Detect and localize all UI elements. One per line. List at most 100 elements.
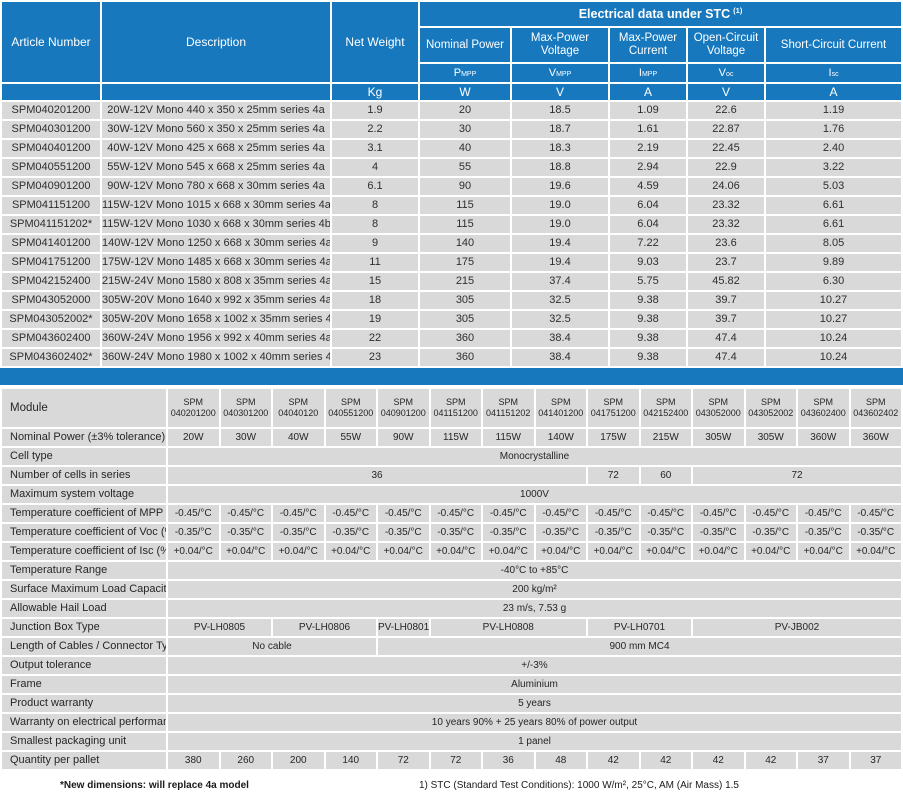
spec-row-label: Temperature coefficient of MPP (%) [2,505,166,522]
spec-value-cell: 20W [168,429,219,446]
article-number-cell: SPM043052000 [2,292,100,309]
units-row-empty-article [2,84,100,100]
stc-title: Electrical data under STC [579,8,730,22]
voc-cell: 24.06 [688,178,764,195]
spec-value-cell: 36 [168,467,586,484]
module-number: 040201200 [168,408,219,419]
separator-band [0,368,903,385]
spec-row-label: Output tolerance [2,657,166,674]
spec-value-cell: -0.35/°C [221,524,272,541]
article-number-cell: SPM040401200 [2,140,100,157]
isc-cell: 3.22 [766,159,901,176]
electrical-table-body: SPM04020120020W-12V Mono 440 x 350 x 25m… [2,102,901,366]
description-cell: 215W-24V Mono 1580 x 808 x 35mm series 4… [102,273,330,290]
impp-cell: 9.38 [610,292,686,309]
voc-cell: 45.82 [688,273,764,290]
spec-row: Cell typeMonocrystalline [2,448,901,465]
spec-value-cell: 36 [483,752,534,769]
spec-value-cell: 175W [588,429,639,446]
electrical-table-head: Article Number Description Net Weight El… [2,2,901,100]
footnote-new-dimensions: *New dimensions: will replace 4a model [60,780,249,791]
module-number: 043052000 [693,408,744,419]
module-header-cell: SPM040301200 [221,389,272,427]
voc-cell: 23.6 [688,235,764,252]
description-cell: 305W-20V Mono 1658 x 1002 x 35mm series … [102,311,330,328]
spec-value-cell: -0.45/°C [221,505,272,522]
impp-cell: 9.38 [610,330,686,347]
symbol-base: P [454,67,461,79]
vmpp-cell: 19.4 [512,254,608,271]
table-row: SPM042152400215W-24V Mono 1580 x 808 x 3… [2,273,901,290]
specifications-table: Module SPM040201200SPM040301200SPM040401… [0,387,903,771]
table-row: SPM041751200175W-12V Mono 1485 x 668 x 3… [2,254,901,271]
spec-value-cell: 380 [168,752,219,769]
isc-cell: 1.19 [766,102,901,119]
spec-value-cell: PV-LH0805 [168,619,271,636]
spec-value-cell: +0.04/°C [221,543,272,560]
module-prefix: SPM [483,397,534,408]
vmpp-cell: 19.0 [512,216,608,233]
spec-row-label: Temperature coefficient of Isc (%) [2,543,166,560]
module-header-cell: SPM043602400 [798,389,849,427]
spec-table-body: Nominal Power (±3% tolerance)20W30W40W55… [2,429,901,769]
vmpp-cell: 38.4 [512,349,608,366]
net-weight-cell: 23 [332,349,418,366]
spec-value-cell: +0.04/°C [431,543,482,560]
spec-value-cell: +0.04/°C [483,543,534,560]
spec-row-label: Cell type [2,448,166,465]
spec-row: Smallest packaging unit1 panel [2,733,901,750]
voc-cell: 39.7 [688,292,764,309]
spec-value-cell: +0.04/°C [798,543,849,560]
spec-value-cell: -0.45/°C [588,505,639,522]
spec-value-cell: +0.04/°C [693,543,744,560]
spec-value-cell: 23 m/s, 7.53 g [168,600,901,617]
article-number-cell: SPM041151200 [2,197,100,214]
spec-value-cell: 360W [851,429,902,446]
module-number: 040901200 [378,408,429,419]
spec-value-cell: -0.45/°C [798,505,849,522]
table-row: SPM041151202*115W-12V Mono 1030 x 668 x … [2,216,901,233]
spec-value-cell: +/-3% [168,657,901,674]
net-weight-cell: 1.9 [332,102,418,119]
module-prefix: SPM [641,397,692,408]
spec-row: Nominal Power (±3% tolerance)20W30W40W55… [2,429,901,446]
spec-value-cell: 115W [483,429,534,446]
spec-row-label: Product warranty [2,695,166,712]
spec-value-cell: -0.45/°C [273,505,324,522]
spec-value-cell: -0.35/°C [273,524,324,541]
column-unit-header: W [420,84,510,100]
module-number: 040301200 [221,408,272,419]
pmpp-cell: 40 [420,140,510,157]
spec-row: Quantity per pallet380260200140727236484… [2,752,901,769]
voc-cell: 23.7 [688,254,764,271]
article-number-cell: SPM041151202* [2,216,100,233]
spec-row-label: Allowable Hail Load [2,600,166,617]
isc-cell: 9.89 [766,254,901,271]
column-unit-header: V [688,84,764,100]
spec-value-cell: Monocrystalline [168,448,901,465]
spec-value-cell: -0.45/°C [693,505,744,522]
module-header-cell: SPM040551200 [326,389,377,427]
stc-footnote-ref: (1) [733,6,742,15]
spec-value-cell: 260 [221,752,272,769]
voc-cell: 23.32 [688,197,764,214]
column-symbol-header: PMPP [420,64,510,82]
symbol-subscript: sc [832,71,839,78]
module-header-label: Module [2,389,166,427]
column-symbol-header: Isc [766,64,901,82]
spec-value-cell: 40W [273,429,324,446]
module-number: 041751200 [588,408,639,419]
voc-cell: 47.4 [688,330,764,347]
vmpp-cell: 18.5 [512,102,608,119]
spec-value-cell: 55W [326,429,377,446]
spec-value-cell: -0.35/°C [693,524,744,541]
impp-cell: 6.04 [610,216,686,233]
net-weight-header: Net Weight [332,2,418,82]
spec-row: Junction Box TypePV-LH0805PV-LH0806PV-LH… [2,619,901,636]
column-name-header: Open-Circuit Voltage [688,28,764,62]
isc-cell: 6.61 [766,197,901,214]
table-row: SPM04090120090W-12V Mono 780 x 668 x 30m… [2,178,901,195]
net-weight-cell: 8 [332,197,418,214]
spec-value-cell: -0.35/°C [746,524,797,541]
pmpp-cell: 360 [420,349,510,366]
